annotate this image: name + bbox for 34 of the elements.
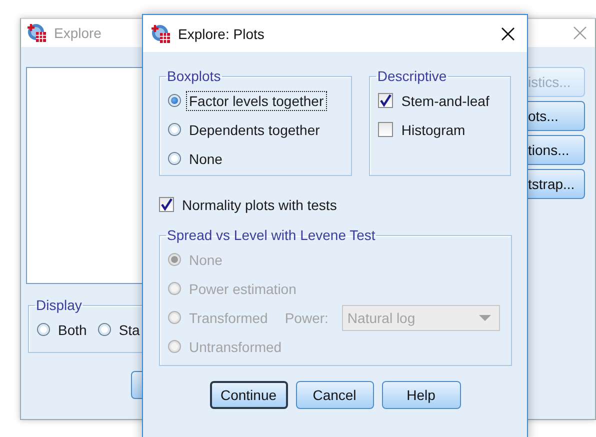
window-title: Explore (54, 25, 102, 41)
radio-label: Both (57, 320, 88, 340)
checkbox-label: Stem-and-leaf (400, 92, 490, 110)
group-label: Display (35, 297, 83, 313)
checkbox-label: Histogram (400, 120, 466, 140)
caret-icon (479, 314, 492, 320)
dialog-button[interactable]: Continue (210, 381, 288, 409)
radio-button[interactable] (168, 152, 181, 165)
checkbox[interactable] (378, 93, 394, 108)
radio-label: None (188, 150, 224, 168)
dialog-button[interactable]: Help (382, 381, 460, 409)
dialog-title: Explore: Plots (178, 26, 264, 42)
radio-label: Power estimation (188, 280, 298, 298)
app-icon (27, 23, 47, 43)
checkbox[interactable] (159, 197, 174, 212)
radio-button[interactable] (168, 94, 181, 107)
radio-label: Transformed (188, 308, 269, 328)
group-label: Descriptive (376, 68, 448, 84)
group-label: Boxplots (166, 68, 222, 84)
checkbox-label: Normality plots with tests (181, 196, 338, 214)
group-label: Spread vs Level with Levene Test (166, 227, 376, 243)
radio-label: Sta (118, 320, 141, 340)
power-label: Power: (284, 308, 330, 328)
checkbox[interactable] (378, 122, 394, 137)
app-icon (151, 24, 171, 44)
radio-button[interactable] (37, 323, 50, 336)
radio-button[interactable] (98, 323, 111, 336)
radio-label: Untransformed (188, 338, 283, 356)
radio-label: None (188, 250, 224, 270)
radio-label: Dependents together (188, 120, 321, 140)
radio-button[interactable] (168, 123, 181, 136)
close-button[interactable] (501, 26, 515, 40)
radio-label: Factor levels together (186, 90, 327, 110)
dialog-button[interactable]: Cancel (296, 381, 374, 409)
